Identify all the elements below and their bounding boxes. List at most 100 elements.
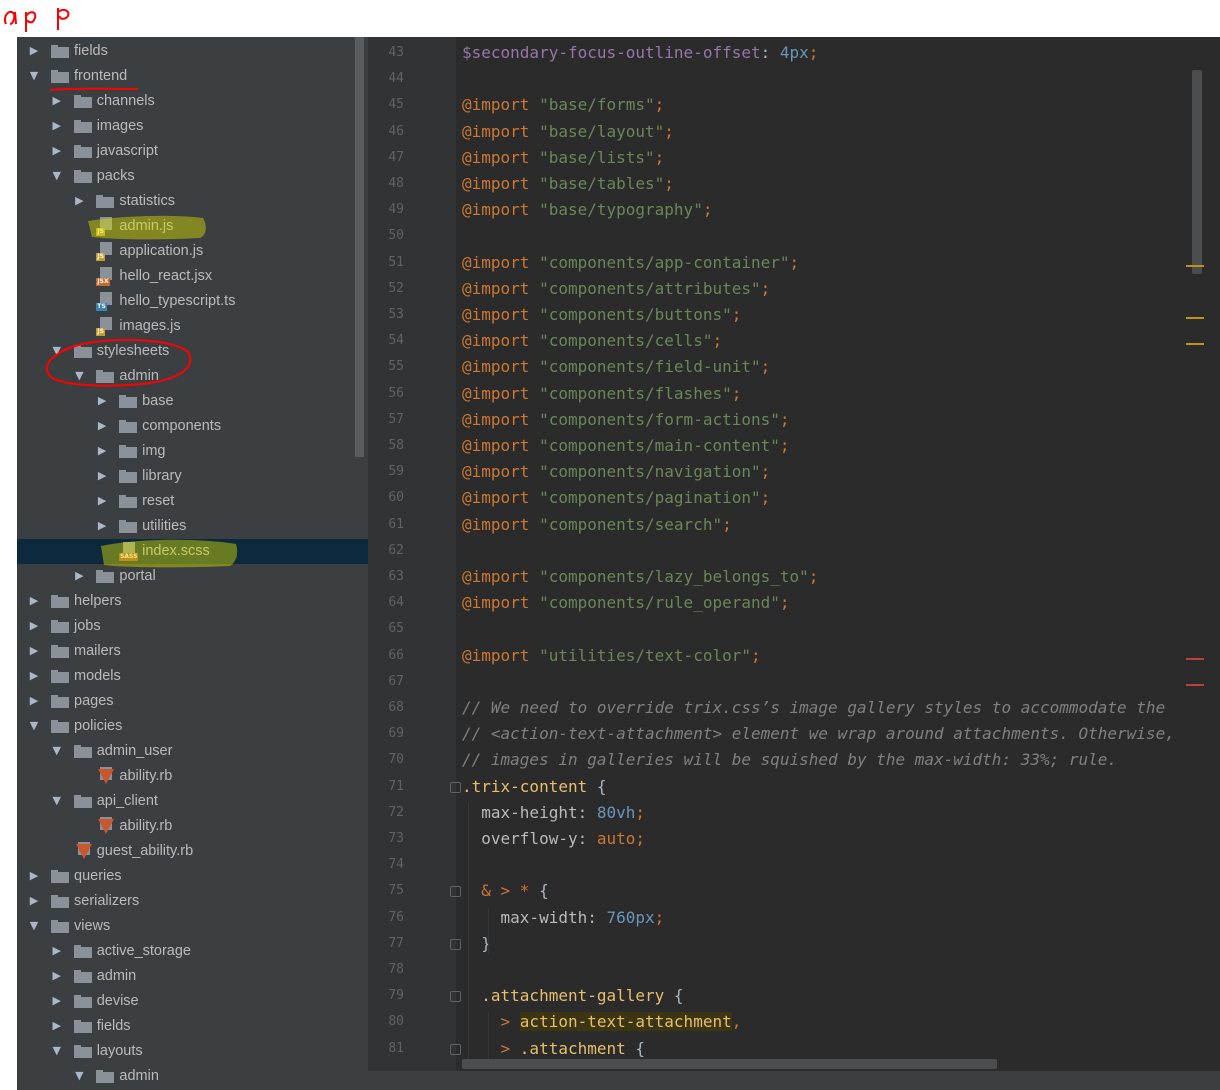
- expanded-arrow-icon[interactable]: ▼: [29, 70, 39, 82]
- collapsed-arrow-icon[interactable]: ▶: [29, 595, 39, 607]
- tree-folder-row[interactable]: ▶ portal: [17, 564, 368, 589]
- tree-folder-row[interactable]: ▼ api_client: [17, 789, 368, 814]
- code-line[interactable]: // images in galleries will be squished …: [462, 750, 1117, 770]
- collapsed-arrow-icon[interactable]: ▶: [97, 420, 107, 432]
- expanded-arrow-icon[interactable]: ▼: [52, 1045, 62, 1057]
- code-line[interactable]: @import "components/main-content";: [462, 436, 790, 456]
- code-line[interactable]: @import "components/app-container";: [462, 253, 799, 273]
- code-editor[interactable]: 43 44 45 46 47 48 49 50 51 52 53 54 55 56 57 58 59 60 61 62…: [368, 37, 1220, 1090]
- collapsed-arrow-icon[interactable]: ▶: [52, 995, 62, 1007]
- code-line[interactable]: > action-text-attachment,: [462, 1012, 741, 1032]
- tree-folder-row[interactable]: ▶ fields: [17, 39, 368, 64]
- tree-folder-row[interactable]: ▶ javascript: [17, 139, 368, 164]
- code-line[interactable]: @import "base/typography";: [462, 200, 712, 220]
- code-line[interactable]: }: [462, 934, 491, 954]
- code-line[interactable]: > .attachment {: [462, 1039, 646, 1059]
- expanded-arrow-icon[interactable]: ▼: [52, 795, 62, 807]
- code-line[interactable]: @import "components/buttons";: [462, 305, 741, 325]
- tree-file-row[interactable]: guest_ability.rb: [17, 839, 368, 864]
- code-line[interactable]: @import "components/lazy_belongs_to";: [462, 567, 818, 587]
- collapsed-arrow-icon[interactable]: ▶: [29, 670, 39, 682]
- tree-folder-row[interactable]: ▼ policies: [17, 714, 368, 739]
- error-stripe-marker[interactable]: [1186, 683, 1204, 686]
- collapsed-arrow-icon[interactable]: ▶: [97, 520, 107, 532]
- tree-file-row[interactable]: ability.rb: [17, 814, 368, 839]
- code-line[interactable]: @import "utilities/text-color";: [462, 646, 761, 666]
- tree-folder-row[interactable]: ▶ statistics: [17, 189, 368, 214]
- code-line[interactable]: .trix-content {: [462, 777, 607, 797]
- code-line[interactable]: @import "components/attributes";: [462, 279, 770, 299]
- code-line[interactable]: @import "components/pagination";: [462, 488, 770, 508]
- error-stripe-marker[interactable]: [1186, 657, 1204, 660]
- error-stripe-marker[interactable]: [1186, 264, 1204, 267]
- collapsed-arrow-icon[interactable]: ▶: [29, 870, 39, 882]
- tree-folder-row[interactable]: ▼ packs: [17, 164, 368, 189]
- tree-file-row[interactable]: JS application.js: [17, 239, 368, 264]
- tree-folder-row[interactable]: ▼ stylesheets: [17, 339, 368, 364]
- collapsed-arrow-icon[interactable]: ▶: [74, 195, 84, 207]
- code-line[interactable]: @import "components/cells";: [462, 331, 722, 351]
- tree-folder-row[interactable]: ▶ images: [17, 114, 368, 139]
- editor-horizontal-scrollbar[interactable]: [462, 1059, 997, 1069]
- fold-marker-icon[interactable]: [450, 1043, 461, 1055]
- collapsed-arrow-icon[interactable]: ▶: [29, 620, 39, 632]
- code-line[interactable]: @import "components/search";: [462, 515, 732, 535]
- expanded-arrow-icon[interactable]: ▼: [29, 720, 39, 732]
- tree-folder-row[interactable]: ▶ channels: [17, 89, 368, 114]
- collapsed-arrow-icon[interactable]: ▶: [97, 495, 107, 507]
- collapsed-arrow-icon[interactable]: ▶: [29, 45, 39, 57]
- tree-folder-row[interactable]: ▶ pages: [17, 689, 368, 714]
- collapsed-arrow-icon[interactable]: ▶: [97, 470, 107, 482]
- fold-marker-icon[interactable]: [450, 938, 461, 950]
- tree-folder-row[interactable]: ▶ fields: [17, 1014, 368, 1039]
- tree-folder-row[interactable]: ▼ admin: [17, 1064, 368, 1089]
- tree-folder-row[interactable]: ▶ components: [17, 414, 368, 439]
- fold-marker-icon[interactable]: [450, 991, 461, 1003]
- tree-folder-row[interactable]: ▶ mailers: [17, 639, 368, 664]
- tree-folder-row[interactable]: ▼ layouts: [17, 1039, 368, 1064]
- tree-folder-row[interactable]: ▶ library: [17, 464, 368, 489]
- tree-folder-row[interactable]: ▼ admin: [17, 364, 368, 389]
- code-line[interactable]: // We need to override trix.css’s image …: [462, 698, 1165, 718]
- code-line[interactable]: $secondary-focus-outline-offset: 4px;: [462, 43, 818, 63]
- tree-folder-row[interactable]: ▶ helpers: [17, 589, 368, 614]
- code-line[interactable]: @import "base/forms";: [462, 95, 664, 115]
- code-line[interactable]: max-width: 760px;: [462, 908, 665, 928]
- expanded-arrow-icon[interactable]: ▼: [74, 370, 84, 382]
- tree-file-row[interactable]: ability.rb: [17, 764, 368, 789]
- tree-folder-row[interactable]: ▼ admin_user: [17, 739, 368, 764]
- code-line[interactable]: @import "components/navigation";: [462, 462, 770, 482]
- collapsed-arrow-icon[interactable]: ▶: [97, 395, 107, 407]
- collapsed-arrow-icon[interactable]: ▶: [29, 645, 39, 657]
- tree-folder-row[interactable]: ▶ reset: [17, 489, 368, 514]
- fold-marker-icon[interactable]: [450, 886, 461, 898]
- tree-folder-row[interactable]: ▶ models: [17, 664, 368, 689]
- expanded-arrow-icon[interactable]: ▼: [52, 345, 62, 357]
- code-line[interactable]: @import "base/tables";: [462, 174, 674, 194]
- tree-folder-row[interactable]: ▼ frontend: [17, 64, 368, 89]
- tree-folder-row[interactable]: ▼ views: [17, 914, 368, 939]
- tree-folder-row[interactable]: ▶ admin: [17, 964, 368, 989]
- tree-folder-row[interactable]: ▶ devise: [17, 989, 368, 1014]
- collapsed-arrow-icon[interactable]: ▶: [52, 145, 62, 157]
- tree-folder-row[interactable]: ▶ queries: [17, 864, 368, 889]
- tree-folder-row[interactable]: ▶ jobs: [17, 614, 368, 639]
- collapsed-arrow-icon[interactable]: ▶: [29, 895, 39, 907]
- code-line[interactable]: @import "base/lists";: [462, 148, 664, 168]
- collapsed-arrow-icon[interactable]: ▶: [74, 570, 84, 582]
- expanded-arrow-icon[interactable]: ▼: [74, 1070, 84, 1082]
- code-line[interactable]: // <action-text-attachment> element we w…: [462, 724, 1175, 744]
- code-line[interactable]: overflow-y: auto;: [462, 829, 645, 849]
- code-line[interactable]: @import "components/field-unit";: [462, 357, 770, 377]
- tree-folder-row[interactable]: ▶ base: [17, 389, 368, 414]
- tree-file-row[interactable]: JSX hello_react.jsx: [17, 264, 368, 289]
- code-line[interactable]: @import "components/rule_operand";: [462, 593, 790, 613]
- tree-file-row[interactable]: JS admin.js: [17, 214, 368, 239]
- tree-folder-row[interactable]: ▶ active_storage: [17, 939, 368, 964]
- error-stripe-marker[interactable]: [1186, 317, 1204, 319]
- tree-folder-row[interactable]: ▶ utilities: [17, 514, 368, 539]
- tree-file-row[interactable]: JS images.js: [17, 314, 368, 339]
- collapsed-arrow-icon[interactable]: ▶: [52, 1020, 62, 1032]
- collapsed-arrow-icon[interactable]: ▶: [52, 945, 62, 957]
- code-line[interactable]: @import "components/form-actions";: [462, 410, 790, 430]
